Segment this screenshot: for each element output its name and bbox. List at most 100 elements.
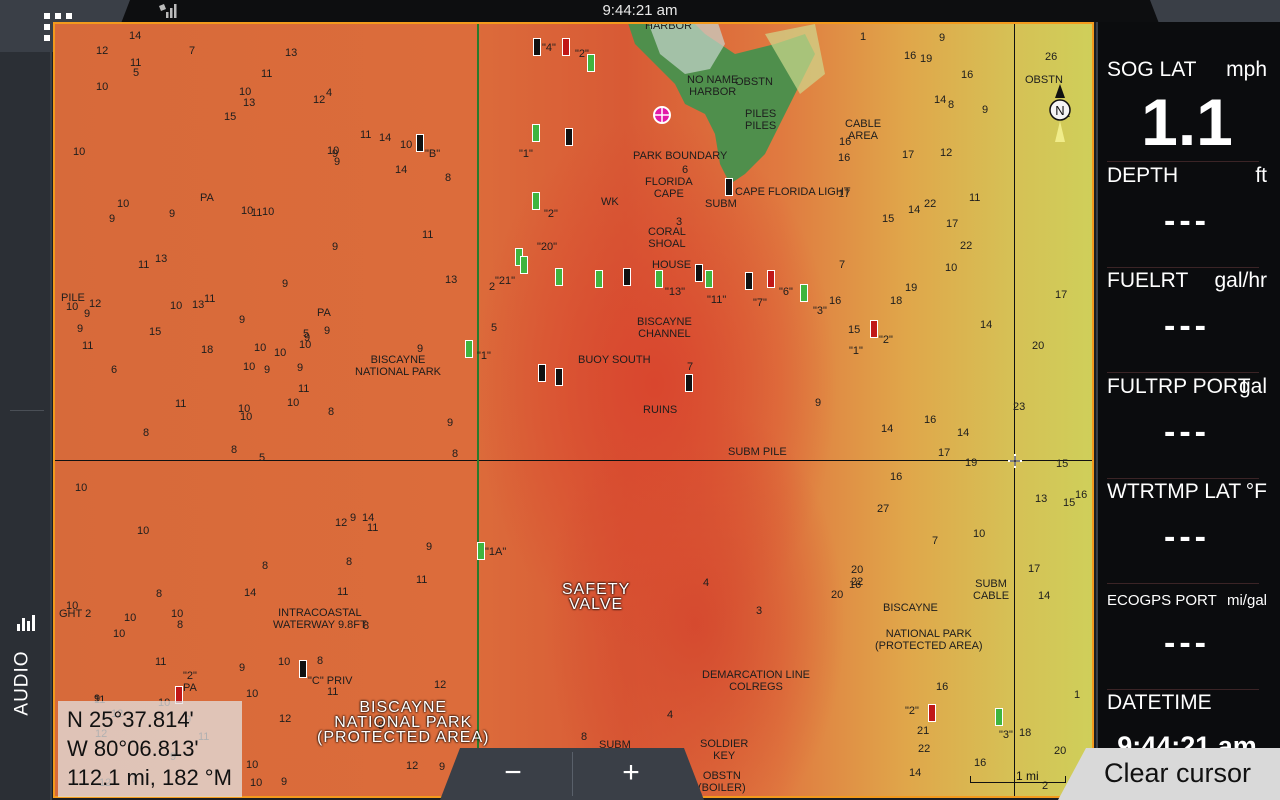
depth-sounding: 10 xyxy=(73,146,86,158)
nav-aid-marker-icon[interactable] xyxy=(595,270,603,288)
chart-label[interactable]: HOUSE xyxy=(652,259,691,271)
depth-sounding: 15 xyxy=(1063,497,1076,509)
vessel-icon[interactable] xyxy=(652,105,672,125)
chart-label[interactable]: "7" xyxy=(753,297,767,309)
depth-sounding: 14 xyxy=(957,427,970,439)
chart-label[interactable]: "3" xyxy=(813,305,827,317)
chart-label[interactable]: BISCAYNE CHANNEL xyxy=(637,316,692,340)
north-up-compass-icon[interactable]: N xyxy=(1045,82,1075,152)
chart-label[interactable]: WK xyxy=(601,196,619,208)
chart-label[interactable]: NO NAME HARBOR xyxy=(687,74,738,98)
chart-label[interactable]: CAPE FLORIDA LIGHT xyxy=(735,186,851,198)
depth-sounding: 22 xyxy=(851,576,864,588)
depth-sounding: 14 xyxy=(934,94,947,106)
nav-aid-marker-icon[interactable] xyxy=(299,660,307,678)
chart-label[interactable]: BISCAYNE NATIONAL PARK xyxy=(355,354,441,378)
nav-aid-marker-icon[interactable] xyxy=(995,708,1003,726)
chart-label[interactable]: SUBM PILE xyxy=(728,446,787,458)
zoom-in-button[interactable]: + xyxy=(581,750,681,798)
chart-label[interactable]: "6" xyxy=(779,286,793,298)
chart-label[interactable]: FLORIDA CAPE xyxy=(645,176,693,200)
chart-label[interactable]: SOLDIER KEY xyxy=(700,738,748,762)
chart-label[interactable]: "1" xyxy=(849,345,863,357)
nav-aid-marker-icon[interactable] xyxy=(533,38,541,56)
chart-label[interactable]: OBSTN xyxy=(735,76,773,88)
chart-label[interactable]: OBSTN (BOILER) xyxy=(698,770,746,794)
nav-aid-marker-icon[interactable] xyxy=(532,192,540,210)
nav-aid-marker-icon[interactable] xyxy=(555,268,563,286)
nav-aid-marker-icon[interactable] xyxy=(767,270,775,288)
chart-label[interactable]: "C" PRIV xyxy=(308,675,352,687)
depth-sounding: 11 xyxy=(204,293,216,305)
chart-label[interactable]: "1" xyxy=(519,148,533,160)
nav-aid-marker-icon[interactable] xyxy=(416,134,424,152)
chart-label[interactable]: "21" xyxy=(495,275,515,287)
chart-view[interactable]: 5910910841091059688971091011121011911101… xyxy=(53,22,1094,798)
nav-aid-marker-icon[interactable] xyxy=(655,270,663,288)
chart-label[interactable]: "2" xyxy=(544,208,558,220)
chart-label[interactable]: PA xyxy=(317,307,331,319)
nav-aid-marker-icon[interactable] xyxy=(562,38,570,56)
depth-sounding: 6 xyxy=(111,364,118,376)
clear-cursor-label[interactable]: Clear cursor xyxy=(1104,758,1251,789)
depth-sounding: 8 xyxy=(581,731,588,743)
chart-label[interactable]: "4" xyxy=(542,42,556,54)
depth-sounding: 10 xyxy=(243,361,256,373)
depth-sounding: 16 xyxy=(890,471,903,483)
nav-aid-marker-icon[interactable] xyxy=(623,268,631,286)
depth-sounding: 4 xyxy=(667,709,674,721)
chart-label[interactable]: PARK BOUNDARY xyxy=(633,150,727,162)
nav-aid-marker-icon[interactable] xyxy=(695,264,703,282)
audio-button[interactable]: AUDIO xyxy=(8,612,48,716)
nav-aid-marker-icon[interactable] xyxy=(928,704,936,722)
chart-label[interactable]: GHT 2 xyxy=(59,608,91,620)
chart-label[interactable]: "2" PA xyxy=(183,670,197,694)
depth-sounding: 9 xyxy=(350,512,357,524)
zoom-out-button[interactable]: − xyxy=(463,750,563,798)
chart-label[interactable]: CABLE AREA xyxy=(845,118,881,142)
chart-label[interactable]: DEMARCATION LINE COLREGS xyxy=(702,669,810,693)
nav-aid-marker-icon[interactable] xyxy=(870,320,878,338)
chart-label[interactable]: "1A" xyxy=(485,546,506,558)
chart-label[interactable]: "B" xyxy=(425,148,440,160)
chart-label[interactable]: "11" xyxy=(707,294,726,306)
depth-sounding: 5 xyxy=(259,452,266,464)
chart-label[interactable]: "3" xyxy=(999,729,1013,741)
chart-label[interactable]: SUBM CABLE xyxy=(973,578,1009,602)
nav-aid-marker-icon[interactable] xyxy=(465,340,473,358)
chart-label[interactable]: "13" xyxy=(665,286,685,298)
chart-area-label[interactable]: BISCAYNE NATIONAL PARK (PROTECTED AREA) xyxy=(317,700,489,746)
nav-aid-marker-icon[interactable] xyxy=(565,128,573,146)
chart-label[interactable]: CORAL SHOAL xyxy=(648,226,686,250)
chart-label[interactable]: PILE xyxy=(61,292,85,304)
chart-label[interactable]: HARBOR xyxy=(645,24,692,32)
nav-aid-marker-icon[interactable] xyxy=(520,256,528,274)
chart-label[interactable]: "1" xyxy=(477,350,491,362)
chart-label[interactable]: "2" xyxy=(575,48,589,60)
chart-area-label[interactable]: SAFETY VALVE xyxy=(562,582,630,613)
nav-aid-marker-icon[interactable] xyxy=(800,284,808,302)
nav-aid-marker-icon[interactable] xyxy=(745,272,753,290)
depth-sounding: 1 xyxy=(860,31,867,43)
chart-label[interactable]: INTRACOASTAL WATERWAY 9.8FT xyxy=(273,607,367,631)
depth-sounding: 12 xyxy=(279,713,292,725)
chart-label[interactable]: SUBM xyxy=(705,198,737,210)
chart-label[interactable]: NATIONAL PARK (PROTECTED AREA) xyxy=(875,628,983,652)
chart-label[interactable]: RUINS xyxy=(643,404,677,416)
depth-sounding: 3 xyxy=(756,605,763,617)
chart-label[interactable]: "20" xyxy=(537,241,557,253)
chart-label[interactable]: "2" xyxy=(905,705,919,717)
chart-label[interactable]: BISCAYNE xyxy=(883,602,938,614)
nav-aid-marker-icon[interactable] xyxy=(538,364,546,382)
depth-sounding: 13 xyxy=(155,253,168,265)
chart-label[interactable]: PA xyxy=(200,192,214,204)
chart-label[interactable]: PILES PILES xyxy=(745,108,776,132)
nav-aid-marker-icon[interactable] xyxy=(477,542,485,560)
nav-aid-marker-icon[interactable] xyxy=(705,270,713,288)
chart-label[interactable]: "2" xyxy=(879,334,893,346)
nav-aid-marker-icon[interactable] xyxy=(532,124,540,142)
nav-aid-marker-icon[interactable] xyxy=(555,368,563,386)
chart-label[interactable]: BUOY SOUTH xyxy=(578,354,651,366)
nav-aid-marker-icon[interactable] xyxy=(685,374,693,392)
nav-aid-marker-icon[interactable] xyxy=(725,178,733,196)
